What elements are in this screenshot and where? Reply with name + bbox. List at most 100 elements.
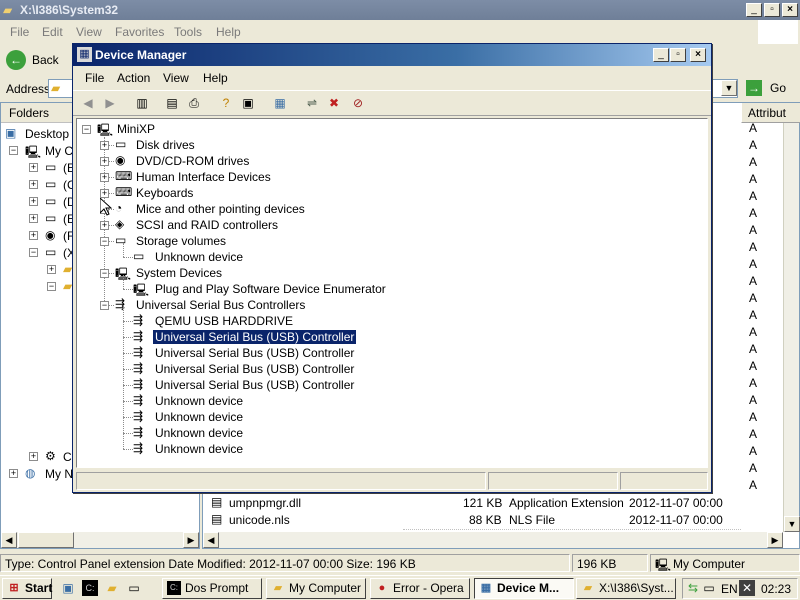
help-icon[interactable]: ?	[215, 93, 237, 115]
menu-view[interactable]: View	[163, 71, 189, 85]
expand-toggle[interactable]: +	[100, 189, 109, 198]
expand-toggle[interactable]: +	[100, 141, 109, 150]
device-item[interactable]: ⇶ Universal Serial Bus (USB) Controller	[77, 361, 477, 377]
menu-tools[interactable]: Tools	[174, 25, 202, 39]
device-item[interactable]: ⇶ Unknown device	[77, 425, 477, 441]
column-header-attributes[interactable]: Attribut	[741, 103, 800, 123]
expand-toggle[interactable]: +	[100, 157, 109, 166]
device-item[interactable]: ⇶ QEMU USB HARDDRIVE	[77, 313, 477, 329]
device-item-selected[interactable]: ⇶ Universal Serial Bus (USB) Controller	[77, 329, 477, 345]
explorer-titlebar[interactable]: ▰ X:\I386\System32 _ ▫ ×	[0, 0, 800, 20]
taskbar-button[interactable]: ● Error - Opera	[370, 578, 470, 599]
network-tray-icon[interactable]: ⇆	[685, 580, 701, 596]
file-row[interactable]: ▤ unicode.nls 88 KB NLS File 2012-11-07 …	[209, 512, 739, 528]
safely-remove-tray-icon[interactable]: ▭	[701, 580, 717, 596]
help-topics-icon[interactable]: ▣	[237, 93, 259, 115]
menu-action[interactable]: Action	[117, 71, 150, 85]
back-button[interactable]: Back	[32, 53, 59, 67]
expand-toggle[interactable]: +	[9, 469, 18, 478]
device-item[interactable]: ⇶ Universal Serial Bus (USB) Controller	[77, 345, 477, 361]
scroll-left-button[interactable]: ◀	[203, 532, 219, 548]
maximize-button[interactable]: ▫	[670, 48, 686, 62]
collapse-toggle[interactable]: −	[100, 237, 109, 246]
scan-hardware-icon[interactable]: ▦	[269, 93, 291, 115]
device-tree-root[interactable]: MiniXP	[115, 122, 157, 136]
expand-toggle[interactable]: +	[100, 173, 109, 182]
menu-file[interactable]: File	[85, 71, 104, 85]
device-category[interactable]: + ⌨ Human Interface Devices	[77, 169, 477, 185]
device-item[interactable]: ⇶ Unknown device	[77, 441, 477, 457]
device-item[interactable]: 🖳 Plug and Play Software Device Enumerato…	[77, 281, 477, 297]
collapse-toggle[interactable]: −	[100, 269, 109, 278]
back-arrow-icon[interactable]: ◀	[77, 93, 99, 115]
scroll-thumb[interactable]	[18, 532, 74, 548]
device-category[interactable]: + ▭ Disk drives	[77, 137, 477, 153]
device-item[interactable]: ⇶ Universal Serial Bus (USB) Controller	[77, 377, 477, 393]
start-button[interactable]: ⊞ Start	[2, 578, 52, 599]
collapse-toggle[interactable]: −	[100, 301, 109, 310]
device-category[interactable]: − 🖳 System Devices	[77, 265, 477, 281]
menu-edit[interactable]: Edit	[42, 25, 63, 39]
explorer-quicklaunch-icon[interactable]: ▰	[104, 580, 120, 596]
device-category[interactable]: +◔Mice and other pointing devices	[77, 201, 477, 217]
close-button[interactable]: ×	[782, 3, 798, 17]
expand-toggle[interactable]: +	[29, 214, 38, 223]
menu-view[interactable]: View	[76, 25, 102, 39]
minimize-button[interactable]: _	[653, 48, 669, 62]
menu-favorites[interactable]: Favorites	[115, 25, 164, 39]
forward-arrow-icon[interactable]: ▶	[99, 93, 121, 115]
scroll-right-button[interactable]: ▶	[767, 532, 783, 548]
window-quicklaunch-icon[interactable]: ▭	[126, 580, 142, 596]
expand-toggle[interactable]: +	[29, 231, 38, 240]
minimize-button[interactable]: _	[746, 3, 762, 17]
taskbar-button[interactable]: ▰ X:\I386\Syst...	[576, 578, 676, 599]
properties-icon[interactable]: ▤	[161, 93, 183, 115]
device-category[interactable]: + ⌨ Keyboards	[77, 185, 477, 201]
scroll-right-button[interactable]: ▶	[183, 532, 199, 548]
scroll-left-button[interactable]: ◀	[1, 532, 17, 548]
menu-help[interactable]: Help	[216, 25, 241, 39]
menu-file[interactable]: File	[10, 25, 29, 39]
device-item[interactable]: ▭ Unknown device	[77, 249, 477, 265]
print-icon[interactable]: ⎙	[183, 93, 205, 115]
folders-hscrollbar[interactable]: ◀ ▶	[1, 532, 199, 548]
device-manager-titlebar[interactable]: ▦ Device Manager _ ▫ ×	[73, 44, 711, 66]
maximize-button[interactable]: ▫	[764, 3, 780, 17]
device-category[interactable]: − ⇶ Universal Serial Bus Controllers	[77, 297, 477, 313]
language-indicator[interactable]: EN	[721, 582, 738, 596]
cmd-quicklaunch-icon[interactable]: C:	[82, 580, 98, 596]
expand-toggle[interactable]: +	[29, 180, 38, 189]
device-item[interactable]: ⇶ Unknown device	[77, 409, 477, 425]
address-dropdown-button[interactable]: ▼	[721, 80, 737, 96]
device-category[interactable]: − ▭ Storage volumes	[77, 233, 477, 249]
files-hscrollbar[interactable]: ◀ ▶	[203, 532, 783, 548]
file-row[interactable]: ▤ umpnpmgr.dll 121 KB Application Extens…	[209, 495, 739, 511]
taskbar-button[interactable]: C: Dos Prompt	[162, 578, 262, 599]
collapse-toggle[interactable]: −	[47, 282, 56, 291]
update-driver-icon[interactable]: ⇌	[301, 93, 323, 115]
expand-toggle[interactable]: +	[29, 452, 38, 461]
expand-toggle[interactable]: +	[29, 163, 38, 172]
disable-icon[interactable]: ⊘	[347, 93, 369, 115]
uninstall-icon[interactable]: ✖	[323, 93, 345, 115]
taskbar-button[interactable]: ▦ Device M...	[474, 578, 574, 599]
scroll-down-button[interactable]: ▼	[784, 516, 800, 532]
show-hide-tree-icon[interactable]: ▥	[131, 93, 153, 115]
collapse-toggle[interactable]: −	[9, 146, 18, 155]
device-category[interactable]: + ◉ DVD/CD-ROM drives	[77, 153, 477, 169]
expand-toggle[interactable]: +	[100, 221, 109, 230]
menu-help[interactable]: Help	[203, 71, 228, 85]
show-desktop-icon[interactable]: ▣	[60, 580, 76, 596]
device-category[interactable]: + ◈ SCSI and RAID controllers	[77, 217, 477, 233]
drive-icon: ▭	[45, 211, 57, 225]
device-item[interactable]: ⇶ Unknown device	[77, 393, 477, 409]
expand-toggle[interactable]: +	[29, 197, 38, 206]
close-tray-icon[interactable]: ✕	[739, 580, 755, 596]
expand-toggle[interactable]: +	[47, 265, 56, 274]
collapse-toggle[interactable]: −	[82, 125, 91, 134]
close-button[interactable]: ×	[690, 48, 706, 62]
collapse-toggle[interactable]: −	[29, 248, 38, 257]
go-button[interactable]: → Go	[744, 79, 794, 98]
files-vscrollbar[interactable]: ▼	[783, 123, 800, 532]
taskbar-button[interactable]: ▰ My Computer	[266, 578, 366, 599]
